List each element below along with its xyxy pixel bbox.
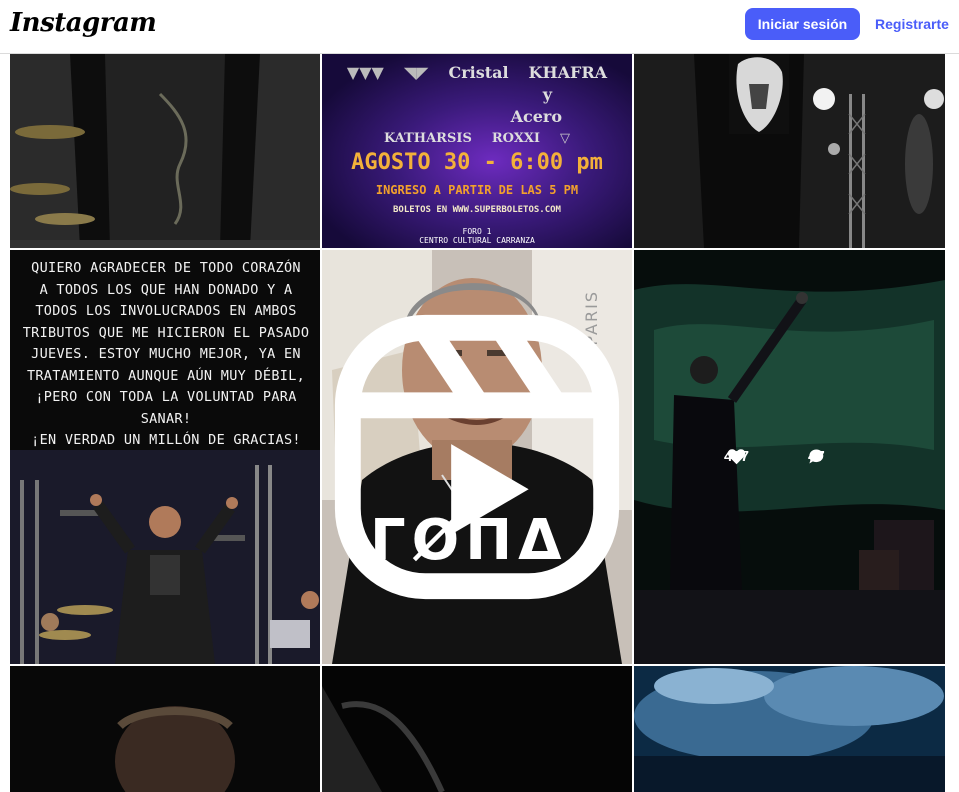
reels-icon bbox=[334, 314, 620, 600]
photo-singer-jacket bbox=[10, 54, 320, 248]
band-logo-vecatai: ▼▼▼ bbox=[346, 63, 384, 82]
post-tile-singer-jacket[interactable] bbox=[10, 54, 320, 248]
band-y: y bbox=[542, 85, 552, 104]
poster-entry-time: INGRESO A PARTIR DE LAS 5 PM bbox=[375, 183, 579, 197]
poster-tickets: BOLETOS EN WWW.SUPERBOLETOS.COM bbox=[393, 205, 561, 215]
photo-singer-closeup bbox=[10, 666, 320, 792]
thank-you-line: JUEVES. ESTOY MUCHO MEJOR, YA EN bbox=[31, 346, 301, 362]
thank-you-line: A TODOS LOS QUE HAN DONADO Y A bbox=[39, 281, 293, 298]
band-logo-unknown: ▽ bbox=[560, 131, 570, 146]
thank-you-line: QUIERO AGRADECER DE TODO CORAZÓN bbox=[31, 260, 301, 276]
thank-you-line: ¡PERO CON TODA LA VOLUNTAD PARA bbox=[35, 389, 297, 405]
poster-venue-name: CENTRO CULTURAL CARRANZA bbox=[419, 236, 535, 245]
band-acero: Acero bbox=[510, 107, 562, 126]
poster-date: AGOSTO 30 - 6:00 pm bbox=[351, 150, 603, 175]
photo-blue-smoke bbox=[634, 666, 945, 792]
top-navigation-bar: Instagram Iniciar sesión Registrarte bbox=[0, 0, 959, 54]
band-roxxi: ROXXI bbox=[491, 131, 540, 146]
likes-stat: 467 bbox=[724, 448, 749, 465]
post-tile-dark-stage[interactable] bbox=[322, 666, 632, 792]
band-logo-wings: ◥◤ bbox=[403, 63, 429, 82]
thank-you-line: TRIBUTOS QUE ME HICIERON EL PASADO bbox=[22, 324, 310, 341]
hover-overlay bbox=[634, 250, 945, 664]
thank-you-line: TRATAMIENTO AUNQUE AÚN MUY DÉBIL, bbox=[26, 367, 306, 384]
thank-you-text: QUIERO AGRADECER DE TODO CORAZÓN A TODOS… bbox=[16, 258, 316, 452]
post-tile-thank-you-message[interactable]: QUIERO AGRADECER DE TODO CORAZÓN A TODOS… bbox=[10, 250, 320, 664]
post-tile-singer-green-lights[interactable]: 467 47 bbox=[634, 250, 945, 664]
band-khafra: KHAFRA bbox=[528, 63, 608, 82]
thank-you-line: ¡EN VERDAD UN MILLÓN DE GRACIAS! bbox=[31, 432, 301, 448]
poster-venue: FORO 1 CENTRO CULTURAL CARRANZA bbox=[322, 227, 632, 245]
heart-icon bbox=[727, 449, 746, 465]
band-katharsis: KATHARSIS bbox=[383, 131, 472, 146]
thank-you-line: SANAR! bbox=[140, 410, 192, 427]
comments-stat: 47 bbox=[808, 448, 825, 465]
post-tile-singer-closeup[interactable] bbox=[10, 666, 320, 792]
photo-guitarist-stage bbox=[634, 54, 945, 248]
thank-you-line: TODOS LOS INVOLUCRADOS EN AMBOS bbox=[35, 303, 297, 319]
post-tile-blue-smoke[interactable] bbox=[634, 666, 945, 792]
concert-poster: ▼▼▼ ◥◤ Cristal KHAFRA y Acero KATHARSIS ROXX… bbox=[322, 54, 632, 248]
band-cristal: Cristal bbox=[448, 63, 509, 82]
login-button[interactable]: Iniciar sesión bbox=[745, 8, 860, 40]
signup-link[interactable]: Registrarte bbox=[875, 16, 949, 32]
post-tile-concert-poster[interactable]: ▼▼▼ ◥◤ Cristal KHAFRA y Acero KATHARSIS ROXX… bbox=[322, 54, 632, 248]
photo-dark-stage bbox=[322, 666, 632, 792]
instagram-logo[interactable]: Instagram bbox=[10, 8, 157, 38]
post-tile-guitarist-stage[interactable] bbox=[634, 54, 945, 248]
poster-bands: ▼▼▼ ◥◤ Cristal KHAFRA y Acero KATHARSIS ROXX… bbox=[322, 62, 632, 150]
post-tile-reel-video[interactable]: ΓØΠΔ PARIS bbox=[322, 250, 632, 664]
comment-icon bbox=[809, 449, 824, 464]
poster-foro: FORO 1 bbox=[462, 227, 492, 236]
